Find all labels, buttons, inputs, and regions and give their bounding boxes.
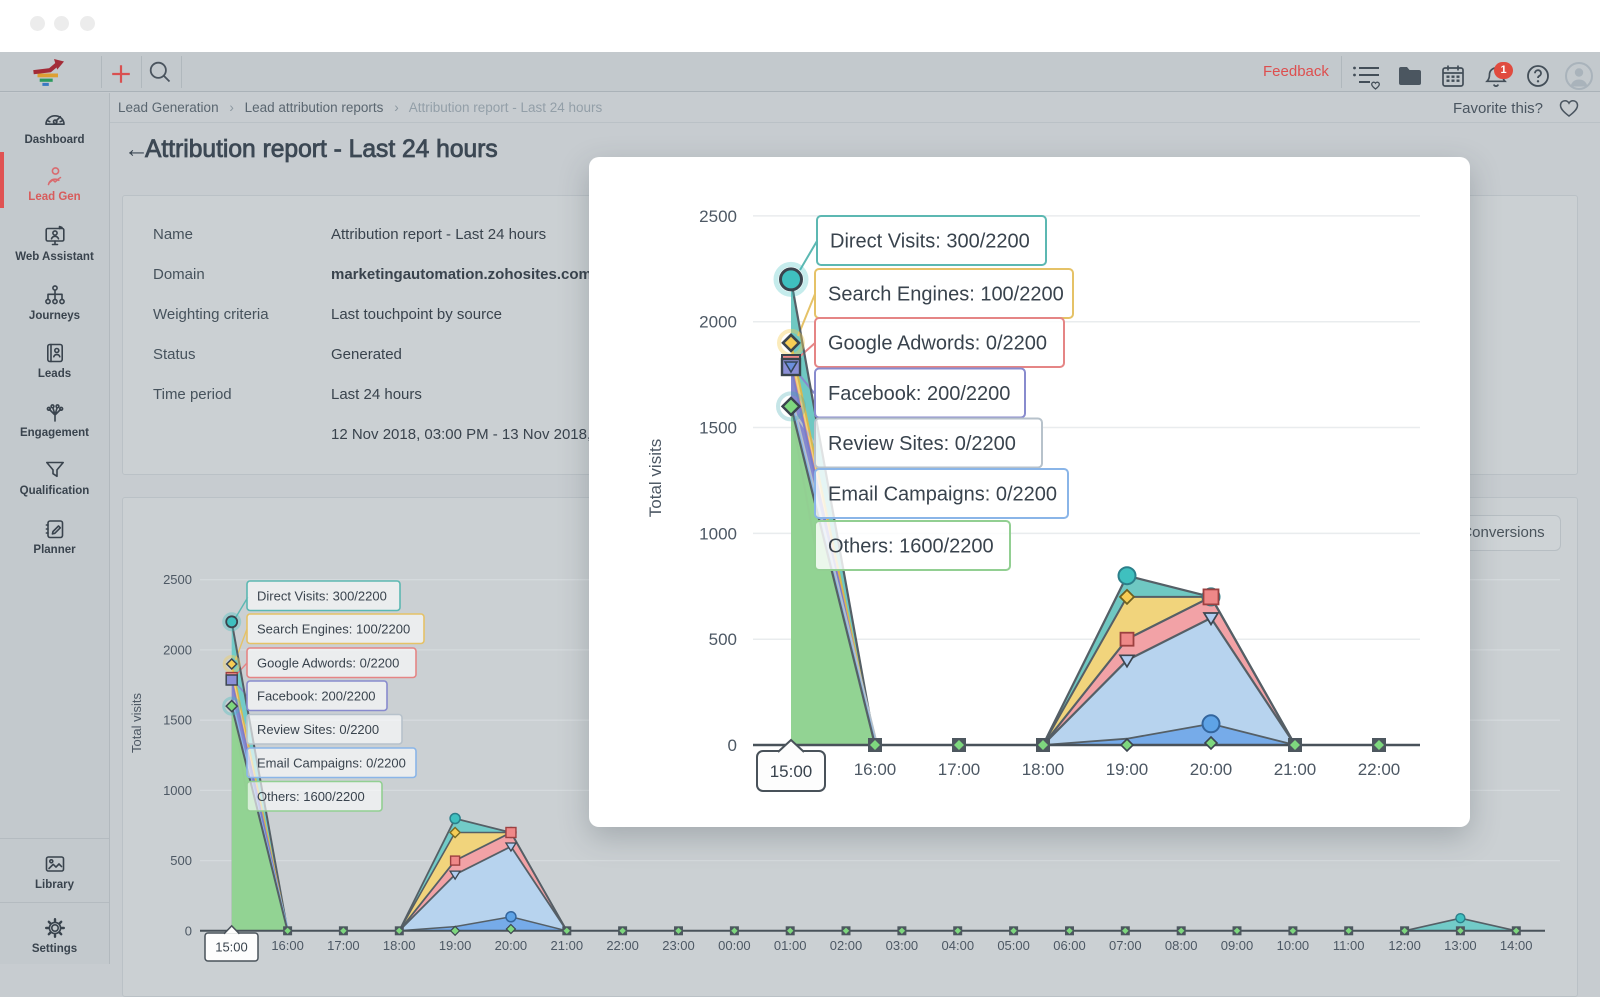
- svg-text:13:00: 13:00: [1444, 938, 1477, 953]
- svg-text:500: 500: [709, 630, 737, 649]
- svg-text:Facebook: 200/2200: Facebook: 200/2200: [828, 383, 1010, 405]
- svg-text:15:00: 15:00: [215, 940, 248, 955]
- svg-text:Review Sites: 0/2200: Review Sites: 0/2200: [257, 722, 379, 737]
- svg-text:16:00: 16:00: [854, 760, 897, 779]
- svg-text:04:00: 04:00: [942, 938, 975, 953]
- svg-text:03:00: 03:00: [886, 938, 919, 953]
- svg-text:2000: 2000: [163, 642, 192, 657]
- svg-text:Search Engines: 100/2200: Search Engines: 100/2200: [828, 284, 1064, 306]
- svg-text:Email Campaigns: 0/2200: Email Campaigns: 0/2200: [257, 756, 406, 771]
- svg-text:16:00: 16:00: [271, 938, 304, 953]
- svg-text:Others: 1600/2200: Others: 1600/2200: [828, 536, 994, 558]
- svg-text:21:00: 21:00: [551, 938, 584, 953]
- svg-text:Direct Visits: 300/2200: Direct Visits: 300/2200: [830, 231, 1030, 253]
- svg-text:08:00: 08:00: [1165, 938, 1198, 953]
- svg-text:0: 0: [728, 736, 737, 755]
- svg-text:06:00: 06:00: [1053, 938, 1086, 953]
- svg-text:02:00: 02:00: [830, 938, 863, 953]
- svg-text:05:00: 05:00: [997, 938, 1030, 953]
- svg-text:18:00: 18:00: [1022, 760, 1065, 779]
- svg-text:23:00: 23:00: [662, 938, 695, 953]
- svg-text:07:00: 07:00: [1109, 938, 1142, 953]
- svg-text:22:00: 22:00: [1358, 760, 1401, 779]
- svg-text:1000: 1000: [699, 524, 737, 543]
- svg-text:18:00: 18:00: [383, 938, 416, 953]
- svg-text:Search Engines: 100/2200: Search Engines: 100/2200: [257, 622, 410, 637]
- svg-text:Review Sites: 0/2200: Review Sites: 0/2200: [828, 433, 1016, 455]
- svg-text:Google Adwords: 0/2200: Google Adwords: 0/2200: [257, 656, 399, 671]
- svg-text:19:00: 19:00: [1106, 760, 1149, 779]
- svg-text:21:00: 21:00: [1274, 760, 1317, 779]
- svg-text:Email Campaigns: 0/2200: Email Campaigns: 0/2200: [828, 484, 1057, 506]
- svg-text:17:00: 17:00: [938, 760, 981, 779]
- svg-text:14:00: 14:00: [1500, 938, 1533, 953]
- svg-text:17:00: 17:00: [327, 938, 360, 953]
- svg-text:2500: 2500: [699, 207, 737, 226]
- svg-text:1000: 1000: [163, 783, 192, 798]
- svg-text:12:00: 12:00: [1388, 938, 1421, 953]
- svg-text:15:00: 15:00: [770, 762, 813, 781]
- svg-text:Others: 1600/2200: Others: 1600/2200: [257, 789, 365, 804]
- svg-text:00:00: 00:00: [718, 938, 751, 953]
- svg-text:20:00: 20:00: [1190, 760, 1233, 779]
- svg-text:Google Adwords: 0/2200: Google Adwords: 0/2200: [828, 333, 1047, 355]
- svg-text:10:00: 10:00: [1277, 938, 1310, 953]
- svg-text:Total visits: Total visits: [646, 439, 665, 517]
- svg-text:19:00: 19:00: [439, 938, 472, 953]
- svg-text:500: 500: [170, 853, 192, 868]
- svg-text:Direct Visits: 300/2200: Direct Visits: 300/2200: [257, 589, 387, 604]
- svg-text:20:00: 20:00: [495, 938, 528, 953]
- svg-text:2500: 2500: [163, 572, 192, 587]
- svg-text:1500: 1500: [163, 713, 192, 728]
- svg-text:22:00: 22:00: [606, 938, 639, 953]
- svg-text:09:00: 09:00: [1221, 938, 1254, 953]
- svg-text:2000: 2000: [699, 313, 737, 332]
- svg-text:11:00: 11:00: [1333, 938, 1365, 953]
- svg-text:1500: 1500: [699, 419, 737, 438]
- svg-text:Total visits: Total visits: [129, 693, 144, 753]
- svg-text:01:00: 01:00: [774, 938, 807, 953]
- svg-text:Facebook: 200/2200: Facebook: 200/2200: [257, 689, 376, 704]
- svg-text:0: 0: [185, 923, 192, 938]
